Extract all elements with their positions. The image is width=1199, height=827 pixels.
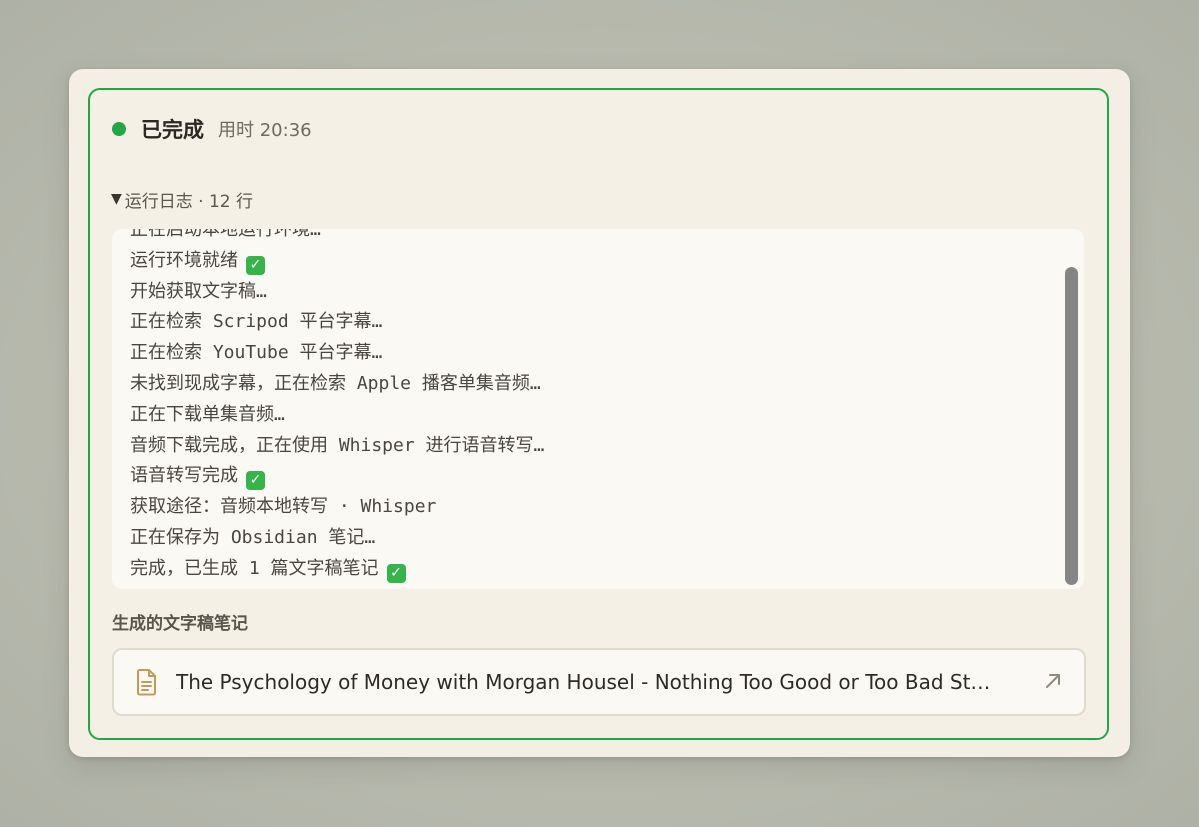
- log-lines: 正在启动本地运行环境… 运行环境就绪 ✓ 开始获取文字稿… 正在检索 Scripod 平…: [130, 229, 1050, 585]
- log-line: 完成，已生成 1 篇文字稿笔记 ✓: [130, 554, 1050, 585]
- log-line-text: 完成，已生成 1 篇文字稿笔记: [130, 557, 379, 579]
- notes-heading: 生成的文字稿笔记: [112, 614, 248, 634]
- note-title: The Psychology of Money with Morgan Hous…: [176, 670, 991, 694]
- log-line: 获取途径：音频本地转写 · Whisper: [130, 492, 1050, 523]
- status-dot-icon: [112, 122, 126, 136]
- log-line: 正在检索 YouTube 平台字幕…: [130, 338, 1050, 369]
- status-row: 已完成 用时 20:36: [112, 114, 312, 144]
- log-line-text: 正在保存为 Obsidian 笔记…: [130, 526, 376, 548]
- log-scrollbar[interactable]: [1065, 267, 1078, 585]
- log-line: 正在检索 Scripod 平台字幕…: [130, 307, 1050, 338]
- note-item[interactable]: The Psychology of Money with Morgan Hous…: [112, 648, 1086, 716]
- open-external-icon[interactable]: [1044, 672, 1062, 690]
- triangle-down-icon: ▼: [111, 191, 122, 207]
- status-label: 已完成: [141, 118, 204, 142]
- check-mark-icon: ✓: [386, 563, 406, 583]
- log-line: 正在启动本地运行环境…: [130, 229, 1050, 246]
- log-line: 语音转写完成 ✓: [130, 461, 1050, 492]
- log-line-text: 运行环境就绪: [130, 249, 238, 271]
- result-panel: 已完成 用时 20:36 ▼ 运行日志 · 12 行 正在启动本地运行环境… 运行…: [69, 69, 1130, 757]
- log-line: 运行环境就绪 ✓: [130, 246, 1050, 277]
- log-line: 正在保存为 Obsidian 笔记…: [130, 523, 1050, 554]
- log-line-text: 未找到现成字幕，正在检索 Apple 播客单集音频…: [130, 372, 541, 394]
- log-line-text: 正在启动本地运行环境…: [130, 229, 321, 240]
- log-line: 音频下载完成，正在使用 Whisper 进行语音转写…: [130, 431, 1050, 462]
- task-card: 已完成 用时 20:36 ▼ 运行日志 · 12 行 正在启动本地运行环境… 运行…: [88, 88, 1109, 740]
- elapsed-time: 用时 20:36: [218, 120, 312, 141]
- log-line: 开始获取文字稿…: [130, 277, 1050, 308]
- log-line-text: 正在检索 Scripod 平台字幕…: [130, 311, 383, 333]
- log-toggle[interactable]: ▼ 运行日志 · 12 行: [111, 186, 253, 212]
- log-output[interactable]: 正在启动本地运行环境… 运行环境就绪 ✓ 开始获取文字稿… 正在检索 Scripod 平…: [112, 229, 1084, 589]
- log-line-text: 开始获取文字稿…: [130, 280, 267, 302]
- log-line-text: 正在下载单集音频…: [130, 403, 285, 425]
- log-toggle-label: 运行日志 · 12 行: [124, 191, 254, 212]
- log-line-text: 获取途径：音频本地转写 · Whisper: [130, 496, 437, 518]
- log-line-text: 音频下载完成，正在使用 Whisper 进行语音转写…: [130, 434, 545, 456]
- log-line-text: 正在检索 YouTube 平台字幕…: [130, 342, 383, 364]
- log-line: 未找到现成字幕，正在检索 Apple 播客单集音频…: [130, 369, 1050, 400]
- check-mark-icon: ✓: [246, 471, 265, 491]
- document-icon: [137, 669, 156, 696]
- log-line: 正在下载单集音频…: [130, 400, 1050, 431]
- log-line-text: 语音转写完成: [130, 465, 238, 487]
- check-mark-icon: ✓: [246, 255, 265, 275]
